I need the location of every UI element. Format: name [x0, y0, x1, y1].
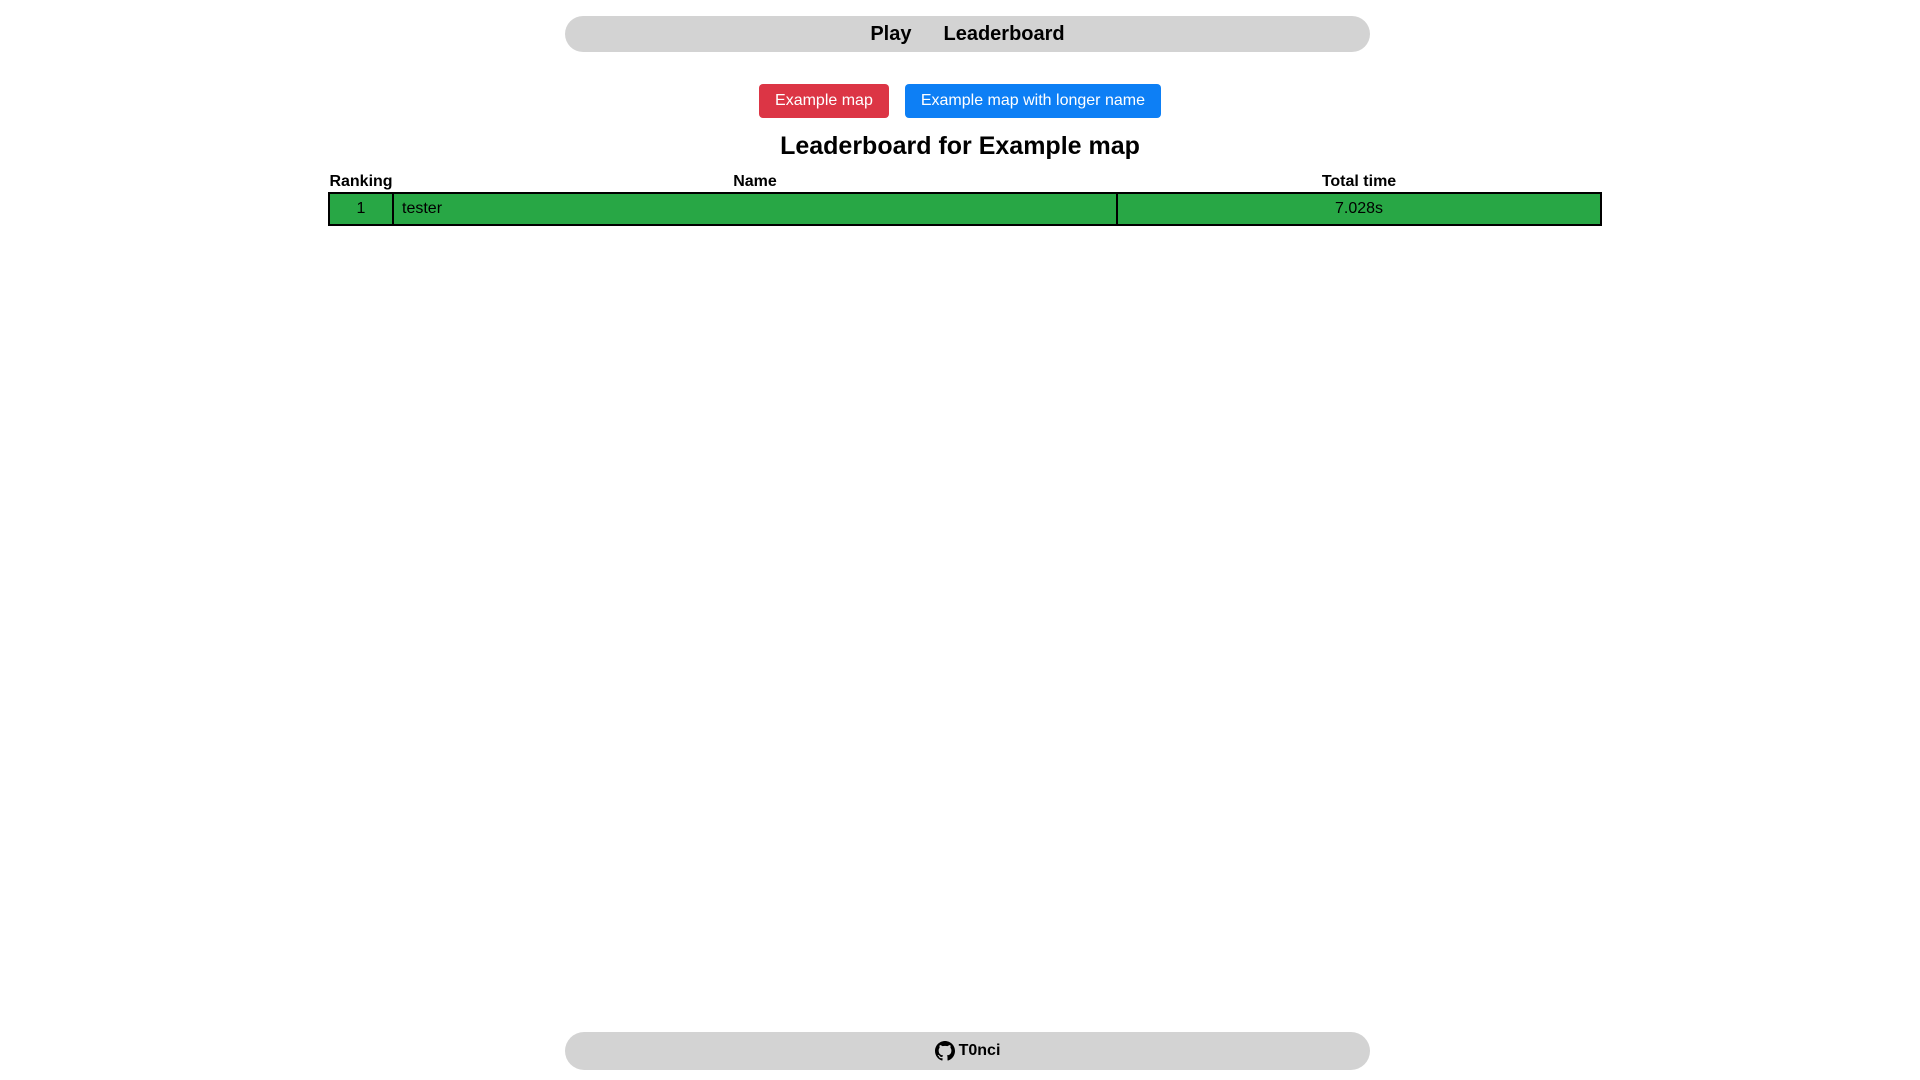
nav-play-link[interactable]: Play [870, 16, 911, 52]
nav-leaderboard-link[interactable]: Leaderboard [944, 16, 1065, 52]
map-button-example-map[interactable]: Example map [759, 84, 889, 118]
column-header-total-time: Total time [1321, 173, 1397, 190]
footer-bar: T0nci [565, 1032, 1370, 1070]
table-header-row: Ranking Name Total time [329, 172, 1601, 193]
map-selector: Example map Example map with longer name [0, 84, 1920, 118]
row-name: tester [392, 192, 1118, 226]
leaderboard-table: Ranking Name Total time 1 tester 7.028s [328, 172, 1602, 226]
map-button-example-map-longer[interactable]: Example map with longer name [904, 84, 1161, 118]
row-total-time: 7.028s [1116, 192, 1602, 226]
row-ranking: 1 [328, 192, 394, 226]
column-header-ranking: Ranking [329, 173, 393, 190]
footer-author-name: T0nci [958, 1042, 1001, 1059]
column-header-name: Name [733, 173, 777, 190]
leaderboard-title: Leaderboard for Example map [780, 132, 1140, 160]
table-row: 1 tester 7.028s [328, 192, 1602, 226]
top-nav-bar: Play Leaderboard [565, 16, 1370, 52]
github-author-link[interactable]: T0nci [934, 1041, 1001, 1061]
github-icon [934, 1041, 955, 1061]
